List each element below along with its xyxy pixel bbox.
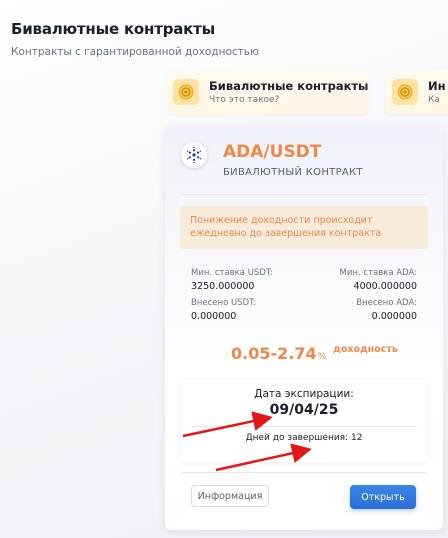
info-card-title: Бивалютные контракты <box>209 79 369 93</box>
open-button[interactable]: Открыть <box>350 485 416 509</box>
deposited-ada-value: 0.000000 <box>371 311 417 322</box>
min-rate-ada-label: Мин. ставка ADA: <box>339 268 417 278</box>
coin-icon <box>173 79 199 105</box>
deposited-usdt-label: Внесено USDT: <box>191 298 257 308</box>
min-rate-ada-value: 4000.000000 <box>353 281 417 292</box>
yield-value: 0.05-2.74 <box>231 344 317 363</box>
divider <box>181 472 427 473</box>
page-subtitle: Контракты с гарантированной доходностью <box>11 46 259 58</box>
min-rate-usdt-value: 3250.000000 <box>191 281 255 292</box>
yield-label: доходность <box>333 344 398 355</box>
min-rate-usdt-label: Мин. ставка USDT: <box>191 268 273 278</box>
deposited-ada-label: Внесено ADA: <box>356 298 417 308</box>
page-header: Бивалютные контракты Контракты с гаранти… <box>11 20 259 58</box>
expiry-box: Дата экспирации: 09/04/25 Дней до заверш… <box>181 380 427 462</box>
page-title: Бивалютные контракты <box>11 20 215 38</box>
deposited-usdt-value: 0.000000 <box>191 311 237 322</box>
info-card-second[interactable]: Ин Ка <box>385 70 448 114</box>
expiry-date: 09/04/25 <box>269 402 339 418</box>
info-card-title: Ин <box>428 79 446 93</box>
info-card-bivalue[interactable]: Бивалютные контракты Что это такое? <box>166 70 369 114</box>
info-card-subtitle: Что это такое? <box>209 95 280 105</box>
yield-warning: Понижение доходности происходит ежедневн… <box>180 206 428 249</box>
divider <box>181 194 427 195</box>
cardano-icon <box>181 142 207 168</box>
days-remaining: Дней до завершения: 12 <box>245 433 363 443</box>
info-button[interactable]: Информация <box>191 485 269 507</box>
contract-pair: ADA/USDT <box>223 142 322 162</box>
yield-unit: % <box>317 352 327 362</box>
contract-type: БИВАЛЮТНЫЙ КОНТРАКТ <box>223 167 363 178</box>
info-card-subtitle: Ка <box>428 95 440 105</box>
expiry-label: Дата экспирации: <box>254 388 354 400</box>
yield-block: 0.05-2.74 % доходность <box>231 344 398 363</box>
divider <box>191 426 417 427</box>
contract-card: ADA/USDT БИВАЛЮТНЫЙ КОНТРАКТ Понижение д… <box>165 126 443 530</box>
coin-icon <box>392 79 418 105</box>
